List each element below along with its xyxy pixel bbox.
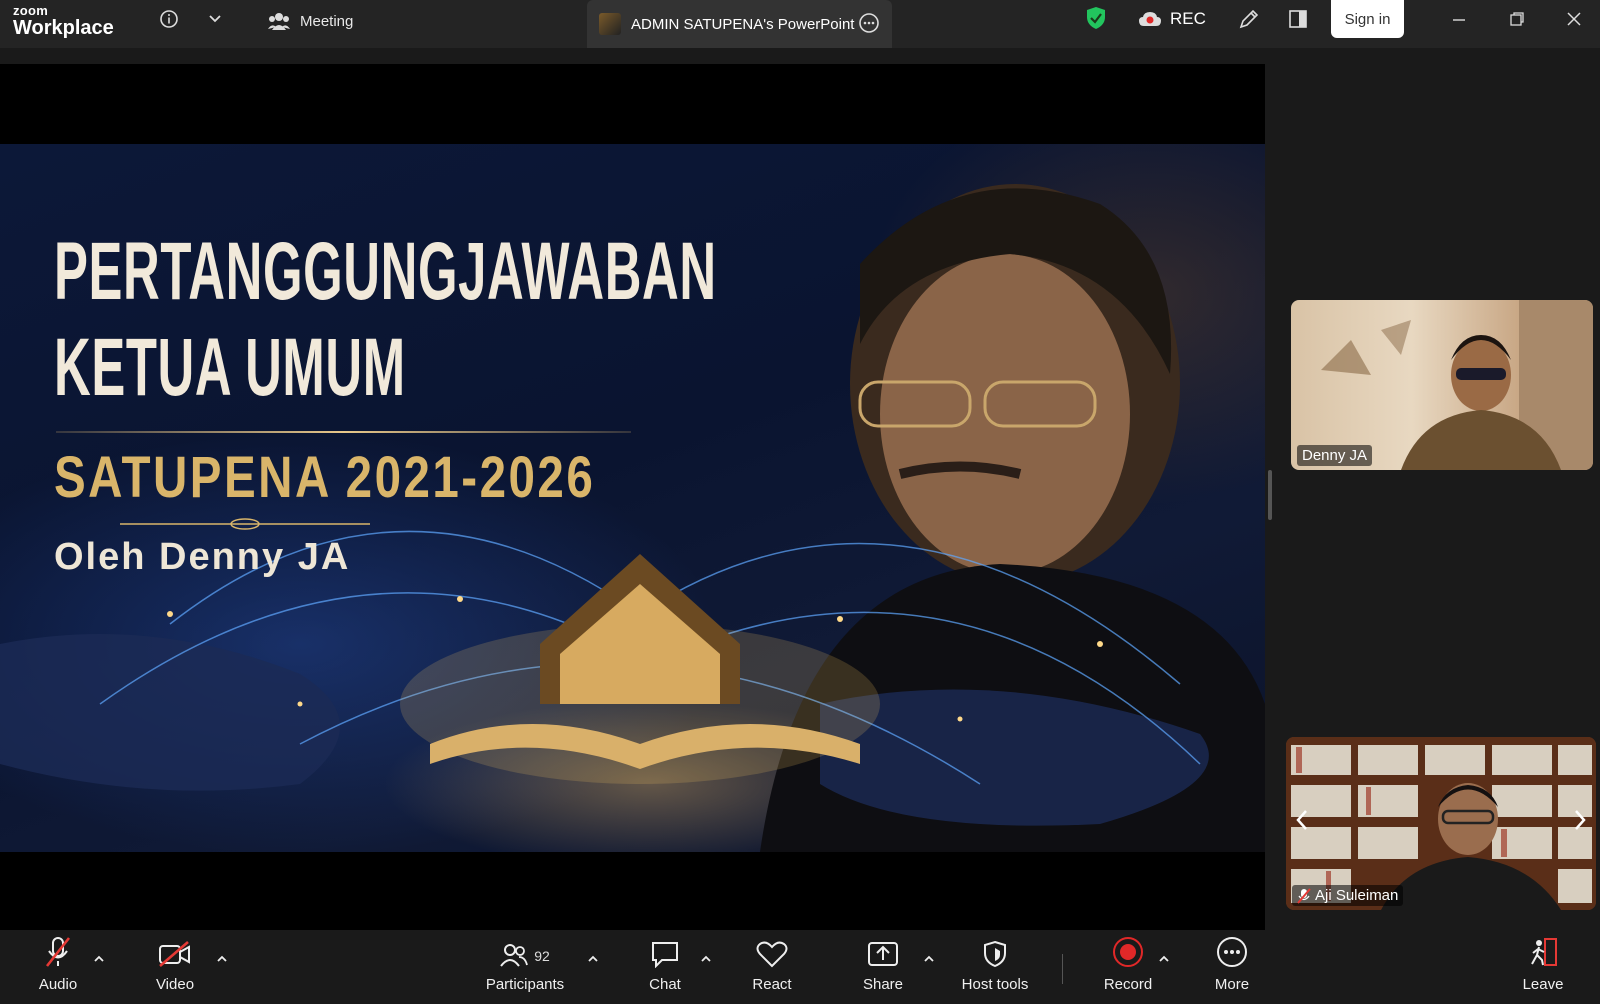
participants-label: Participants	[485, 976, 565, 993]
slide-byline: Oleh Denny JA	[54, 536, 351, 578]
chevron-right-icon[interactable]	[1568, 805, 1592, 835]
title-bar: zoom Workplace Meeting ADMIN SATUPENA's …	[0, 0, 1600, 48]
slide-title: PERTANGGUNGJAWABAN KETUA UMUM	[54, 224, 717, 416]
video-tile-denny[interactable]: Denny JA	[1291, 300, 1593, 470]
ornament-divider	[120, 518, 370, 530]
heart-icon	[756, 941, 788, 968]
share-options-caret[interactable]	[922, 954, 936, 964]
react-label: React	[752, 976, 792, 993]
mic-muted-icon	[45, 937, 71, 967]
recording-indicator[interactable]: REC	[1138, 9, 1206, 29]
share-thumbnail	[599, 13, 621, 35]
participants-icon	[500, 944, 529, 967]
meeting-icon	[268, 13, 290, 30]
participants-options-caret[interactable]	[586, 954, 600, 964]
toolbar-divider	[1062, 954, 1063, 984]
chat-icon	[652, 942, 678, 968]
audio-button[interactable]: Audio	[28, 930, 88, 1004]
video-options-caret[interactable]	[215, 954, 229, 964]
view-layout-icon[interactable]	[1287, 8, 1309, 30]
chevron-left-icon[interactable]	[1290, 805, 1314, 835]
video-button[interactable]: Video	[144, 930, 206, 1004]
participant-name-text: Denny JA	[1302, 447, 1368, 464]
more-button[interactable]: More	[1207, 930, 1257, 1004]
video-tile-aji[interactable]: Aji Suleiman	[1286, 737, 1596, 910]
shared-screen[interactable]: PERTANGGUNGJAWABAN KETUA UMUM SATUPENA 2…	[0, 64, 1265, 930]
host-shield-icon	[984, 940, 1006, 968]
react-button[interactable]: React	[746, 930, 798, 1004]
participants-count: 92	[534, 948, 550, 964]
chat-label: Chat	[649, 976, 681, 993]
record-button[interactable]: Record	[1098, 930, 1158, 1004]
brand-top: zoom	[13, 3, 49, 18]
more-options-icon[interactable]	[858, 12, 880, 38]
slide-title-line1: PERTANGGUNGJAWABAN	[54, 226, 717, 317]
share-title: ADMIN SATUPENA's PowerPoint	[631, 15, 855, 33]
chat-options-caret[interactable]	[699, 954, 713, 964]
minimize-icon[interactable]	[1448, 8, 1470, 30]
record-options-caret[interactable]	[1157, 954, 1171, 964]
leave-button[interactable]: Leave	[1518, 930, 1568, 1004]
record-icon	[1113, 937, 1143, 967]
audio-label: Audio	[38, 976, 78, 993]
participant-name: Aji Suleiman	[1292, 885, 1404, 906]
security-shield-icon[interactable]	[1085, 7, 1107, 29]
participants-button[interactable]: 92 Participants	[480, 930, 570, 1004]
panel-resize-handle[interactable]	[1268, 470, 1272, 520]
app-logo: zoom Workplace	[13, 4, 114, 38]
participant-name-text: Aji Suleiman	[1315, 887, 1399, 904]
slide-title-line2: KETUA UMUM	[54, 322, 406, 413]
participant-name: Denny JA	[1297, 445, 1373, 466]
share-label: Share	[862, 976, 904, 993]
info-icon[interactable]	[158, 8, 180, 30]
chevron-down-icon[interactable]	[204, 8, 226, 30]
slide-subtitle: SATUPENA 2021-2026	[54, 445, 596, 510]
rec-label: REC	[1170, 9, 1206, 28]
audio-options-caret[interactable]	[92, 954, 106, 964]
meeting-controls: Audio Video 92 Participants Chat React S…	[0, 930, 1600, 1004]
share-button[interactable]: Share	[858, 930, 908, 1004]
cloud-record-icon	[1139, 12, 1161, 26]
annotate-icon[interactable]	[1238, 8, 1260, 30]
brand-bottom: Workplace	[13, 17, 114, 39]
record-label: Record	[1103, 976, 1153, 993]
leave-label: Leave	[1522, 976, 1564, 993]
leave-icon	[1531, 938, 1557, 966]
more-icon	[1217, 937, 1247, 967]
host-tools-label: Host tools	[961, 976, 1029, 993]
slide-divider	[56, 431, 631, 433]
mic-muted-icon	[1297, 887, 1311, 904]
restore-icon[interactable]	[1506, 8, 1528, 30]
meeting-button[interactable]: Meeting	[268, 9, 353, 33]
host-tools-button[interactable]: Host tools	[955, 930, 1035, 1004]
more-label: More	[1214, 976, 1250, 993]
meeting-label: Meeting	[300, 12, 354, 30]
sign-in-button[interactable]: Sign in	[1331, 0, 1404, 38]
chat-button[interactable]: Chat	[640, 930, 690, 1004]
close-icon[interactable]	[1563, 8, 1585, 30]
video-off-icon	[159, 941, 190, 967]
video-label: Video	[155, 976, 195, 993]
presentation-slide: PERTANGGUNGJAWABAN KETUA UMUM SATUPENA 2…	[0, 144, 1265, 852]
share-screen-icon	[868, 942, 898, 966]
screen-share-tab[interactable]: ADMIN SATUPENA's PowerPoint	[587, 0, 892, 48]
